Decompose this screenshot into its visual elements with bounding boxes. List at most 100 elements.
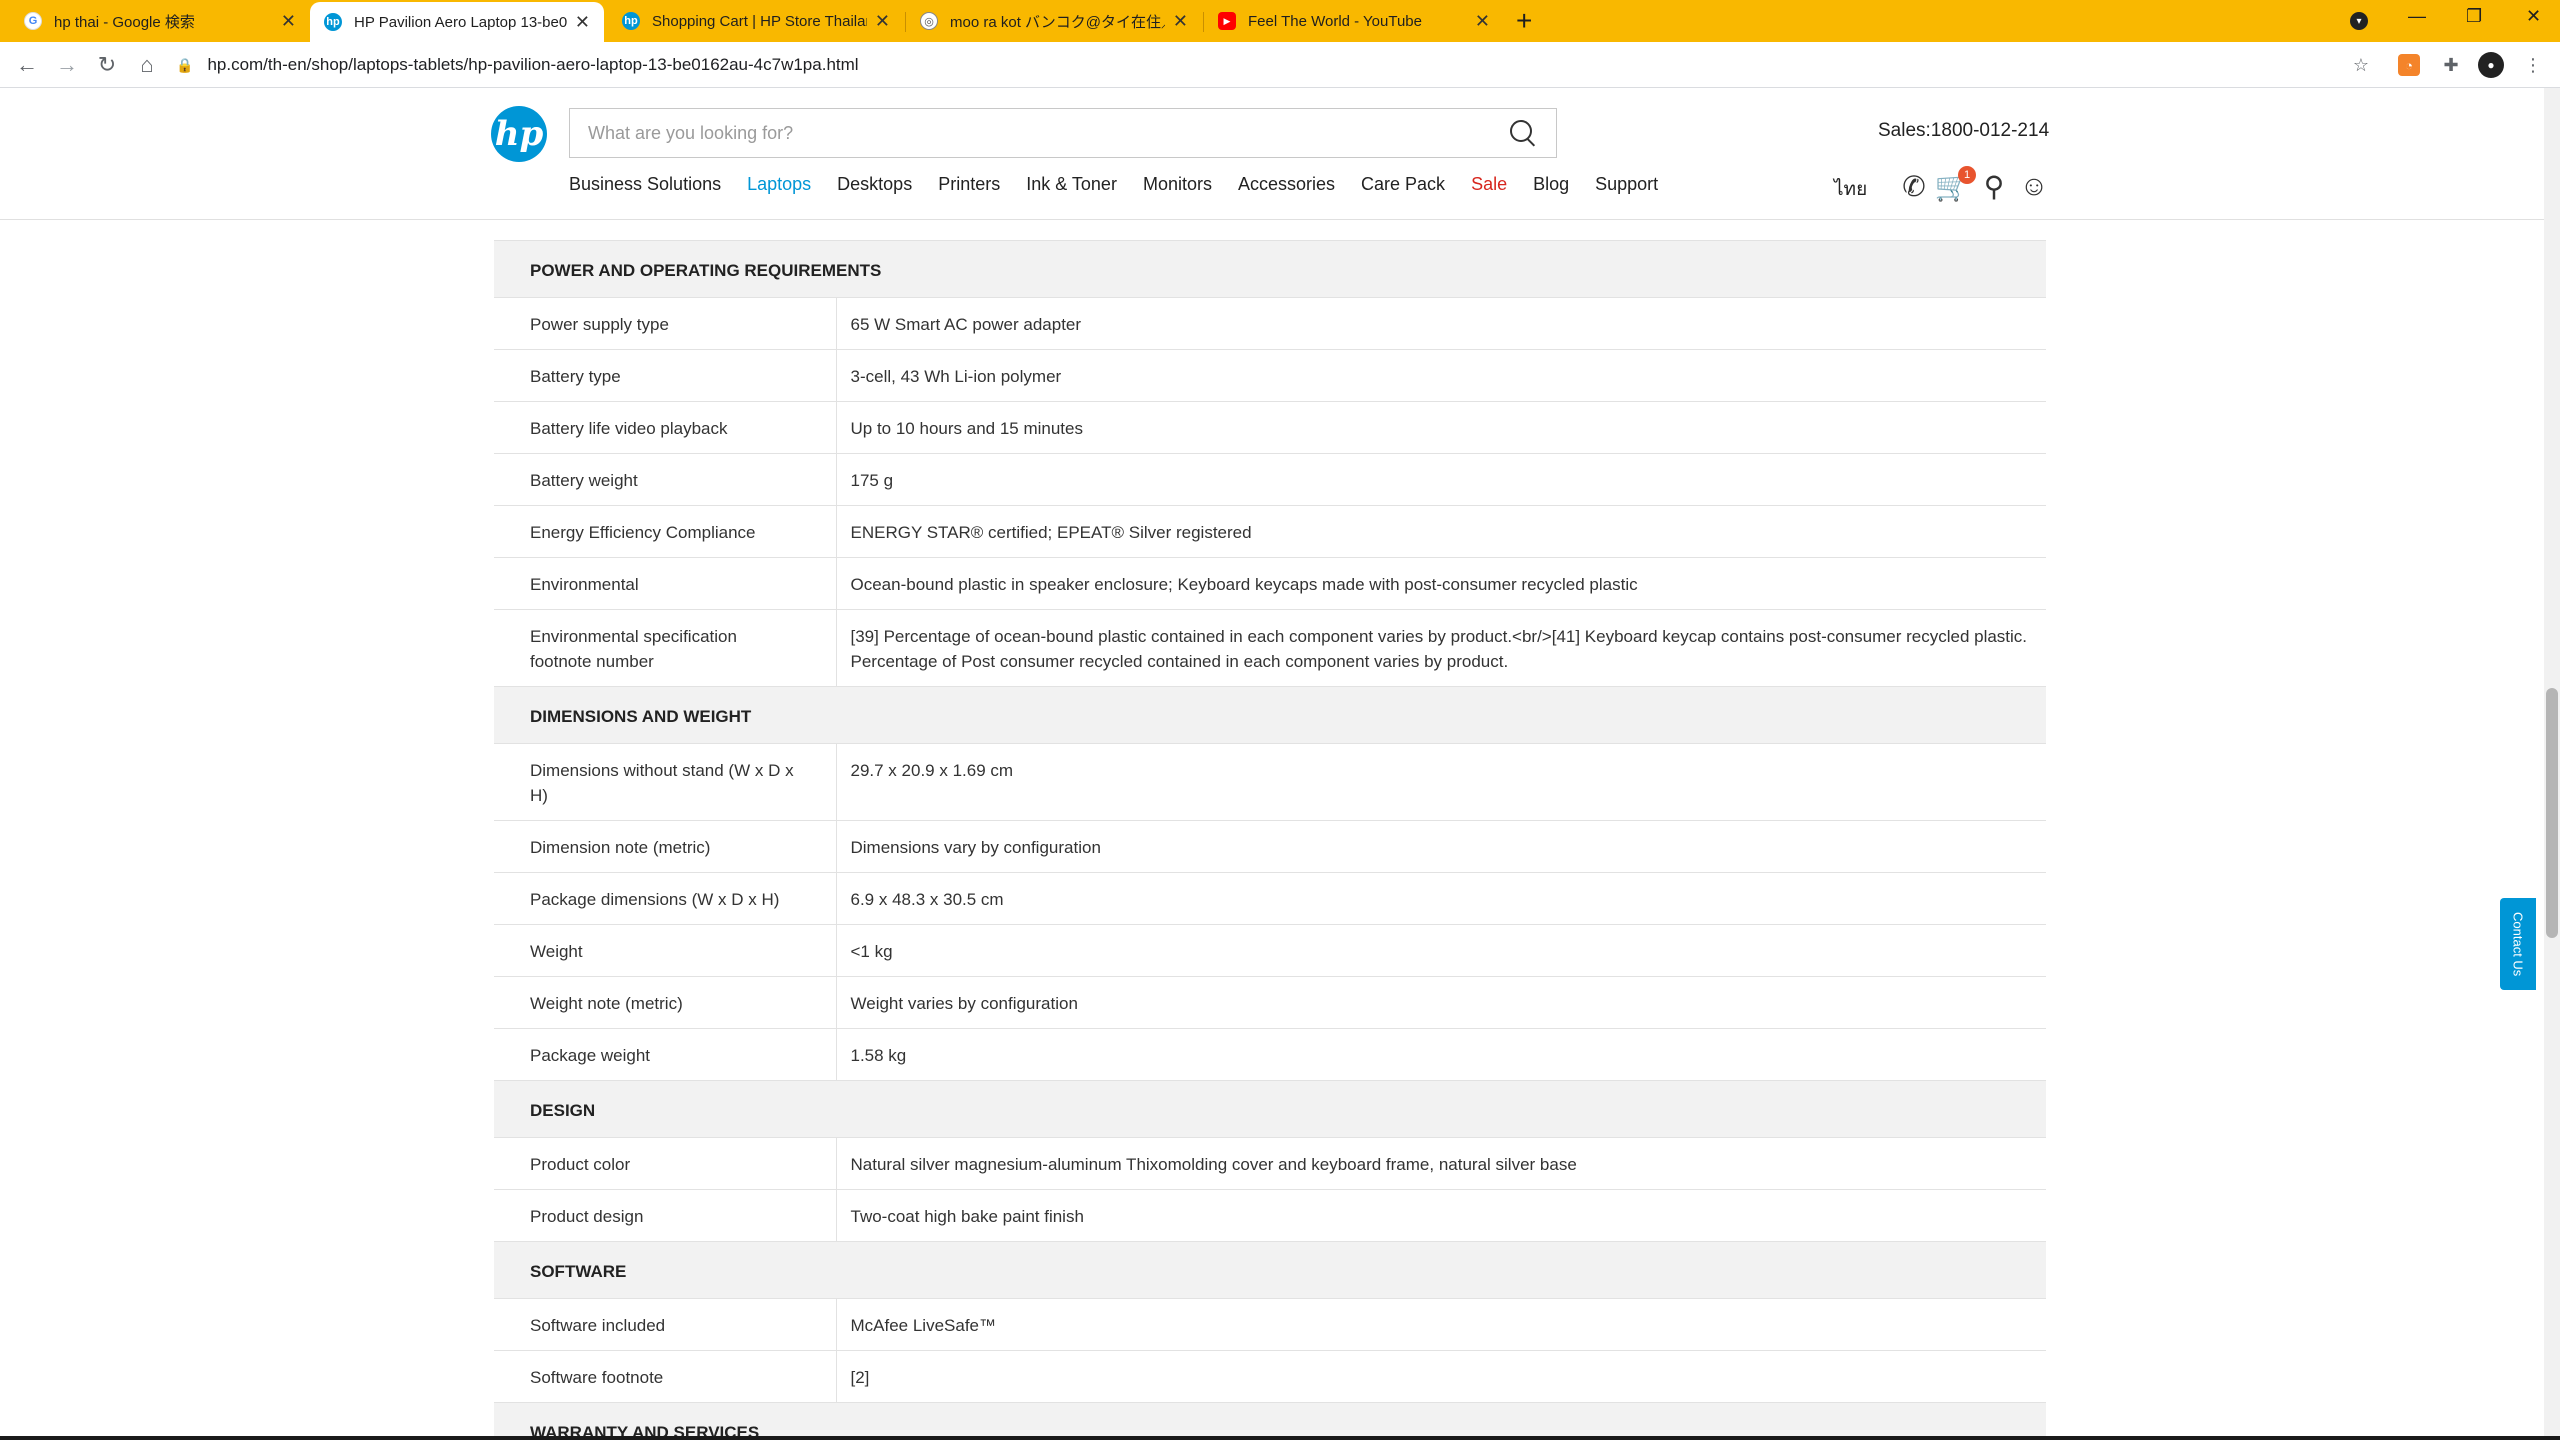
table-row: Dimension note (metric) Dimensions vary b…: [494, 820, 2046, 873]
nav-business-solutions[interactable]: Business Solutions: [569, 174, 721, 195]
table-row: Package dimensions (W x D x H) 6.9 x 48.3…: [494, 872, 2046, 925]
spec-label: Software included: [494, 1298, 837, 1351]
table-row: Product design Two-coat high bake paint f…: [494, 1189, 2046, 1242]
spec-label: Package weight: [494, 1028, 837, 1081]
restore-icon[interactable]: ❐: [2466, 6, 2482, 27]
chrome-menu-icon[interactable]: ⋮: [2520, 52, 2546, 78]
new-tab-icon[interactable]: +: [1516, 6, 1532, 36]
language-switch[interactable]: ไทย: [1834, 174, 1867, 204]
cart-count-badge: 1: [1958, 166, 1976, 184]
scrollbar-thumb[interactable]: [2546, 688, 2558, 938]
back-arrow-icon[interactable]: ←: [12, 50, 42, 80]
nav-blog[interactable]: Blog: [1533, 174, 1569, 195]
browser-tab-shopping-cart[interactable]: hp Shopping Cart | HP Store Thailan ✕: [608, 0, 904, 42]
table-row: Dimensions without stand (W x D x H) 29.7…: [494, 743, 2046, 821]
url-text: hp.com/th-en/shop/laptops-tablets/hp-pav…: [207, 55, 859, 74]
hp-icon: hp: [622, 12, 640, 30]
table-row: Package weight 1.58 kg: [494, 1028, 2046, 1081]
nav-printers[interactable]: Printers: [938, 174, 1000, 195]
spec-value: McAfee LiveSafe™: [836, 1298, 2046, 1351]
sales-phone: Sales:1800-012-214: [1878, 120, 2050, 141]
close-tab-icon[interactable]: ✕: [875, 11, 890, 32]
table-row: [494, 220, 2046, 241]
spec-value: <1 kg: [836, 924, 2046, 977]
spec-value: Weight varies by configuration: [836, 976, 2046, 1029]
close-tab-icon[interactable]: ✕: [1173, 11, 1188, 32]
search-icon[interactable]: [1508, 118, 1538, 148]
spec-label: Product design: [494, 1189, 837, 1242]
main-nav: Business Solutions Laptops Desktops Prin…: [569, 174, 1658, 195]
close-tab-icon[interactable]: ✕: [575, 12, 590, 33]
contact-us-tab[interactable]: Contact Us: [2500, 898, 2536, 990]
spec-value: Ocean-bound plastic in speaker enclosure…: [836, 557, 2046, 610]
nav-sale[interactable]: Sale: [1471, 174, 1507, 195]
close-tab-icon[interactable]: ✕: [1475, 11, 1490, 32]
section-header-design: DESIGN: [494, 1080, 2046, 1138]
extensions-puzzle-icon[interactable]: ✚: [2438, 52, 2464, 78]
rss-extension-icon[interactable]: ◔: [2398, 54, 2420, 76]
spec-label: Weight: [494, 924, 837, 977]
nav-desktops[interactable]: Desktops: [837, 174, 912, 195]
spec-value: 175 g: [836, 453, 2046, 506]
lock-icon: 🔒: [176, 56, 194, 73]
spec-value: Dimensions vary by configuration: [836, 820, 2046, 873]
nav-laptops[interactable]: Laptops: [747, 174, 811, 195]
browser-tab-youtube[interactable]: ▶ Feel The World - YouTube ✕: [1204, 0, 1504, 42]
spec-label: Package dimensions (W x D x H): [494, 872, 837, 925]
spec-value: 3-cell, 43 Wh Li-ion polymer: [836, 349, 2046, 402]
location-pin-icon[interactable]: ⚲: [1976, 168, 2012, 204]
section-header-dimensions: DIMENSIONS AND WEIGHT: [494, 686, 2046, 744]
spec-value: ENERGY STAR® certified; EPEAT® Silver re…: [836, 505, 2046, 558]
spec-value: Up to 10 hours and 15 minutes: [836, 401, 2046, 454]
nav-care-pack[interactable]: Care Pack: [1361, 174, 1445, 195]
browser-tab-moo-ra-kot[interactable]: ◎ moo ra kot バンコク@タイ在住／ ✕: [906, 0, 1202, 42]
spec-label: Battery weight: [494, 453, 837, 506]
browser-tab-hp-pavilion[interactable]: hp HP Pavilion Aero Laptop 13-be0 ✕: [310, 2, 604, 42]
search-input[interactable]: [588, 122, 1508, 144]
spec-label: Software footnote: [494, 1350, 837, 1403]
table-row: Software footnote [2]: [494, 1350, 2046, 1403]
spec-value: 65 W Smart AC power adapter: [836, 297, 2046, 350]
spec-label: Product color: [494, 1137, 837, 1190]
bookmark-star-icon[interactable]: ☆: [2348, 52, 2374, 78]
table-row: Weight note (metric) Weight varies by con…: [494, 976, 2046, 1029]
close-window-icon[interactable]: ✕: [2526, 6, 2541, 27]
specifications-table: POWER AND OPERATING REQUIREMENTS Power s…: [494, 220, 2046, 1440]
reload-icon[interactable]: ↻: [92, 50, 122, 80]
table-row: Environmental specification footnote num…: [494, 609, 2046, 687]
table-row: Energy Efficiency Compliance ENERGY STAR®…: [494, 505, 2046, 558]
home-icon[interactable]: ⌂: [132, 50, 162, 80]
section-header-warranty: WARRANTY AND SERVICES: [494, 1402, 2046, 1440]
taskbar-edge: [0, 1436, 2560, 1440]
browser-tab-google[interactable]: G hp thai - Google 検索 ✕: [10, 0, 310, 42]
hp-icon: hp: [324, 13, 342, 31]
hp-logo[interactable]: hp: [491, 106, 547, 162]
nav-ink-toner[interactable]: Ink & Toner: [1026, 174, 1117, 195]
spec-value: [2]: [836, 1350, 2046, 1403]
specifications-panel: POWER AND OPERATING REQUIREMENTS Power s…: [494, 220, 2046, 1440]
address-bar[interactable]: 🔒 hp.com/th-en/shop/laptops-tablets/hp-p…: [176, 48, 2376, 82]
spec-label: Weight note (metric): [494, 976, 837, 1029]
spec-value: 29.7 x 20.9 x 1.69 cm: [836, 743, 2046, 821]
globe-icon: ◎: [920, 12, 938, 30]
section-header-power: POWER AND OPERATING REQUIREMENTS: [494, 240, 2046, 298]
nav-accessories[interactable]: Accessories: [1238, 174, 1335, 195]
table-row: Battery weight 175 g: [494, 453, 2046, 506]
tab-search-icon[interactable]: ▾: [2350, 12, 2368, 30]
browser-tab-strip: G hp thai - Google 検索 ✕ hp HP Pavilion A…: [0, 0, 2560, 42]
nav-monitors[interactable]: Monitors: [1143, 174, 1212, 195]
spec-label: Battery type: [494, 349, 837, 402]
profile-avatar-icon[interactable]: ●: [2478, 52, 2504, 78]
youtube-icon: ▶: [1218, 12, 1236, 30]
forward-arrow-icon[interactable]: →: [52, 50, 82, 80]
browser-toolbar: ← → ↻ ⌂ 🔒 hp.com/th-en/shop/laptops-tabl…: [0, 42, 2560, 88]
nav-support[interactable]: Support: [1595, 174, 1658, 195]
phone-icon[interactable]: ✆: [1896, 168, 1932, 204]
spec-value: 6.9 x 48.3 x 30.5 cm: [836, 872, 2046, 925]
cut-off-row: [494, 220, 2046, 241]
spec-label: Dimensions without stand (W x D x H): [494, 743, 837, 821]
minimize-icon[interactable]: —: [2408, 6, 2426, 27]
user-account-icon[interactable]: ☺: [2016, 168, 2052, 204]
close-tab-icon[interactable]: ✕: [281, 11, 296, 32]
spec-label: Environmental: [494, 557, 837, 610]
